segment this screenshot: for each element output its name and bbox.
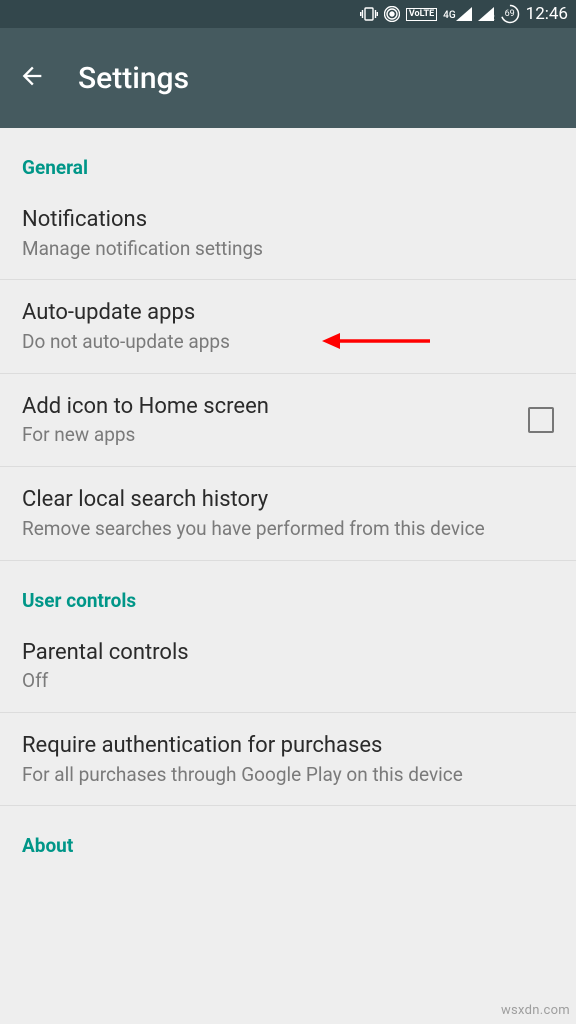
back-icon[interactable] — [18, 62, 46, 94]
volte-indicator: VoLTE — [406, 8, 437, 21]
clock-text: 12:46 — [526, 4, 568, 24]
item-subtitle: Off — [22, 669, 554, 694]
item-title: Parental controls — [22, 638, 554, 668]
section-header-about: About — [0, 806, 576, 865]
watermark: wsxdn.com — [501, 1003, 570, 1018]
hotspot-icon — [384, 6, 400, 22]
item-title: Notifications — [22, 205, 554, 235]
item-title: Clear local search history — [22, 485, 554, 515]
item-title: Auto-update apps — [22, 298, 554, 328]
signal-1-icon: 4G — [443, 7, 472, 21]
item-subtitle: For all purchases through Google Play on… — [22, 763, 554, 788]
checkbox[interactable] — [528, 407, 554, 433]
battery-icon: 69 — [500, 4, 520, 24]
battery-percent: 69 — [500, 4, 520, 24]
item-subtitle: Manage notification settings — [22, 237, 554, 262]
item-title: Add icon to Home screen — [22, 392, 508, 422]
roaming-label: R — [490, 13, 495, 22]
page-title: Settings — [78, 61, 189, 96]
item-require-auth[interactable]: Require authentication for purchases For… — [0, 713, 576, 806]
item-clear-history[interactable]: Clear local search history Remove search… — [0, 467, 576, 560]
signal-2-icon: R — [478, 7, 494, 21]
item-add-icon[interactable]: Add icon to Home screen For new apps — [0, 374, 576, 467]
app-bar: Settings — [0, 28, 576, 128]
item-parental-controls[interactable]: Parental controls Off — [0, 620, 576, 713]
item-subtitle: Do not auto-update apps — [22, 330, 554, 355]
vibrate-icon — [360, 7, 378, 21]
section-header-general: General — [0, 128, 576, 187]
item-subtitle: Remove searches you have performed from … — [22, 517, 554, 542]
item-title: Require authentication for purchases — [22, 731, 554, 761]
status-bar: VoLTE 4G R 69 12:46 — [0, 0, 576, 28]
settings-list: General Notifications Manage notificatio… — [0, 128, 576, 865]
item-subtitle: For new apps — [22, 423, 508, 448]
section-header-user-controls: User controls — [0, 561, 576, 620]
network-label: 4G — [443, 10, 456, 21]
item-auto-update[interactable]: Auto-update apps Do not auto-update apps — [0, 280, 576, 373]
item-notifications[interactable]: Notifications Manage notification settin… — [0, 187, 576, 280]
